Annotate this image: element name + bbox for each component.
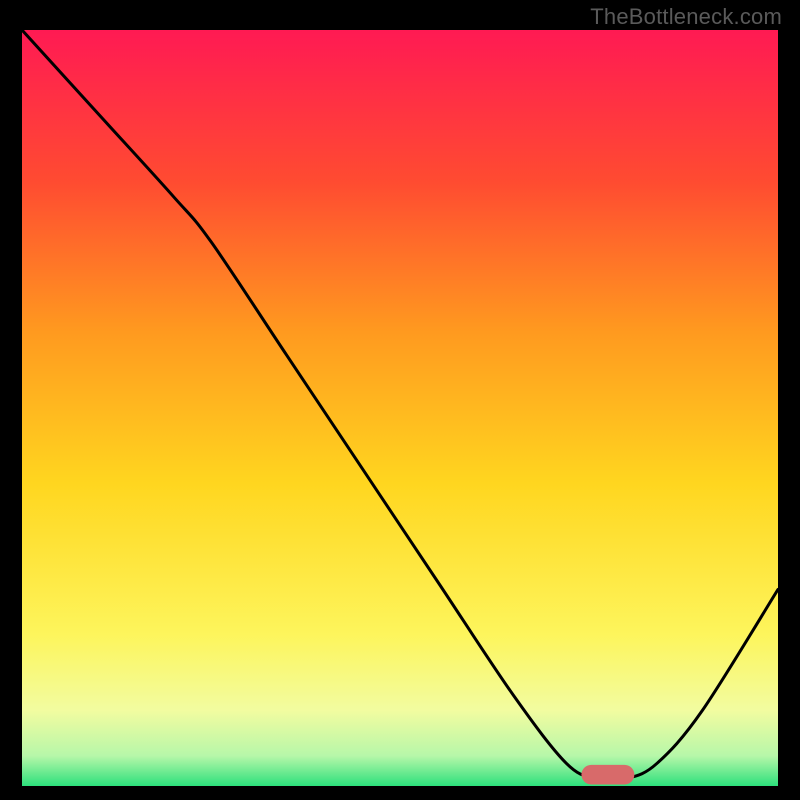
optimal-marker: [581, 765, 634, 785]
watermark-text: TheBottleneck.com: [590, 4, 782, 30]
chart-svg: [22, 30, 778, 786]
chart-plot: [22, 30, 778, 786]
chart-stage: TheBottleneck.com: [0, 0, 800, 800]
plot-background: [22, 30, 778, 786]
